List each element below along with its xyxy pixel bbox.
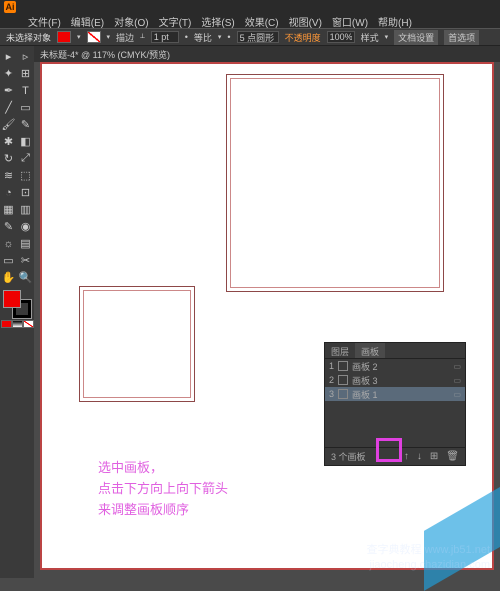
options-bar: 未选择对象 ▾ ▾ 描边 ⟂ • 等比 ▾ • 不透明度 样式 ▾ 文档设置 首… — [0, 28, 500, 46]
free-transform-tool[interactable]: ⬚ — [17, 167, 34, 184]
rectangle-tool[interactable]: ▭ — [17, 99, 34, 116]
lasso-tool[interactable]: ⊞ — [17, 65, 34, 82]
color-mode-none[interactable] — [23, 320, 34, 328]
stroke-swatch[interactable] — [87, 31, 101, 43]
shape-builder-tool[interactable]: ◔ — [0, 184, 17, 201]
pencil-tool[interactable]: ✎ — [17, 116, 34, 133]
stroke-weight-input[interactable] — [151, 31, 179, 43]
perspective-tool[interactable]: ⊡ — [17, 184, 34, 201]
tools-panel: ▸ ▹ ✦ ⊞ ✒ T ╱ ▭ 🖌 ✎ ✱ ◧ ↻ ⤢ ≋ ⬚ ◔ ⊡ ▦ ▥ … — [0, 46, 34, 578]
menu-window[interactable]: 窗口(W) — [332, 14, 368, 29]
style-label[interactable]: 样式 — [361, 31, 379, 44]
doc-setup-button[interactable]: 文档设置 — [394, 30, 438, 45]
fill-color[interactable] — [3, 290, 21, 308]
row-options-icon[interactable]: ▭ — [453, 376, 461, 385]
shape-input[interactable] — [237, 31, 279, 43]
pen-tool[interactable]: ✒ — [0, 82, 17, 99]
symbol-sprayer-tool[interactable]: ☼ — [0, 235, 17, 252]
menubar: 文件(F) 编辑(E) 对象(O) 文字(T) 选择(S) 效果(C) 视图(V… — [0, 14, 500, 28]
menu-file[interactable]: 文件(F) — [28, 14, 61, 29]
scale-tool[interactable]: ⤢ — [17, 150, 34, 167]
highlight-callout — [376, 438, 402, 462]
artboard-icon — [338, 375, 348, 385]
selection-status: 未选择对象 — [6, 31, 51, 44]
artboard-name: 画板 1 — [352, 388, 449, 401]
eraser-tool[interactable]: ◧ — [17, 133, 34, 150]
artboard-row[interactable]: 1 画板 2 ▭ — [325, 359, 465, 373]
new-artboard-icon[interactable]: ⊞ — [430, 451, 438, 462]
color-mode-solid[interactable] — [1, 320, 12, 328]
width-tool[interactable]: ≋ — [0, 167, 17, 184]
menu-help[interactable]: 帮助(H) — [378, 14, 412, 29]
app-logo: Ai — [4, 1, 16, 13]
paintbrush-tool[interactable]: 🖌 — [0, 116, 17, 133]
gradient-tool[interactable]: ▥ — [17, 201, 34, 218]
delete-artboard-icon[interactable]: 🗑 — [446, 451, 459, 462]
artboard-row-selected[interactable]: 3 画板 1 ▭ — [325, 387, 465, 401]
stroke-label: 描边 — [116, 31, 134, 44]
row-index: 2 — [329, 375, 334, 385]
annotation-line-2: 点击下方向上向下箭头 — [98, 479, 228, 500]
row-index: 1 — [329, 361, 334, 371]
color-mode-gradient[interactable] — [12, 320, 23, 328]
fill-swatch[interactable] — [57, 31, 71, 43]
annotation-line-3: 来调整画板顺序 — [98, 500, 228, 521]
menu-object[interactable]: 对象(O) — [114, 14, 148, 29]
panel-tab-artboards[interactable]: 画板 — [355, 343, 385, 358]
uniform-label[interactable]: 等比 — [194, 31, 212, 44]
opacity-input[interactable] — [327, 31, 355, 43]
artboard-name: 画板 2 — [352, 360, 449, 373]
magic-wand-tool[interactable]: ✦ — [0, 65, 17, 82]
selection-tool[interactable]: ▸ — [0, 48, 17, 65]
rotate-tool[interactable]: ↻ — [0, 150, 17, 167]
color-mode-switches — [1, 320, 34, 328]
stroke-dropdown-icon[interactable]: ▾ — [107, 33, 111, 41]
zoom-tool[interactable]: 🔍 — [17, 269, 34, 286]
row-options-icon[interactable]: ▭ — [453, 362, 461, 371]
slice-tool[interactable]: ✂ — [17, 252, 34, 269]
hand-tool[interactable]: ✋ — [0, 269, 17, 286]
column-graph-tool[interactable]: ▤ — [17, 235, 34, 252]
artboard-row[interactable]: 2 画板 3 ▭ — [325, 373, 465, 387]
fill-stroke-control[interactable] — [3, 290, 31, 318]
blob-brush-tool[interactable]: ✱ — [0, 133, 17, 150]
menu-view[interactable]: 视图(V) — [289, 14, 322, 29]
line-tool[interactable]: ╱ — [0, 99, 17, 116]
titlebar: Ai — [0, 0, 500, 14]
move-down-icon[interactable]: ↓ — [417, 451, 422, 462]
row-options-icon[interactable]: ▭ — [453, 390, 461, 399]
prefs-button[interactable]: 首选项 — [444, 30, 479, 45]
artboard-large[interactable] — [226, 74, 444, 292]
artboard-small[interactable] — [79, 286, 195, 402]
artboard-tool[interactable]: ▭ — [0, 252, 17, 269]
document-tab[interactable]: 未标题-4* @ 117% (CMYK/预览) — [34, 46, 500, 62]
panel-tab-layers[interactable]: 图层 — [325, 343, 355, 358]
menu-type[interactable]: 文字(T) — [159, 14, 192, 29]
move-up-icon[interactable]: ↑ — [404, 451, 409, 462]
artboard-count: 3 个画板 — [331, 450, 366, 463]
blend-tool[interactable]: ◉ — [17, 218, 34, 235]
artboard-name: 画板 3 — [352, 374, 449, 387]
eyedropper-tool[interactable]: ✎ — [0, 218, 17, 235]
direct-selection-tool[interactable]: ▹ — [17, 48, 34, 65]
artboard-icon — [338, 389, 348, 399]
type-tool[interactable]: T — [17, 82, 34, 99]
fill-dropdown-icon[interactable]: ▾ — [77, 33, 81, 41]
menu-effect[interactable]: 效果(C) — [245, 14, 279, 29]
menu-select[interactable]: 选择(S) — [201, 14, 234, 29]
artboard-icon — [338, 361, 348, 371]
annotation-text: 选中画板， 点击下方向上向下箭头 来调整画板顺序 — [98, 458, 228, 520]
row-index: 3 — [329, 389, 334, 399]
annotation-line-1: 选中画板， — [98, 458, 228, 479]
artboard-list: 1 画板 2 ▭ 2 画板 3 ▭ 3 画板 1 ▭ — [325, 359, 465, 401]
mesh-tool[interactable]: ▦ — [0, 201, 17, 218]
menu-edit[interactable]: 编辑(E) — [71, 14, 104, 29]
opacity-label[interactable]: 不透明度 — [285, 31, 321, 44]
